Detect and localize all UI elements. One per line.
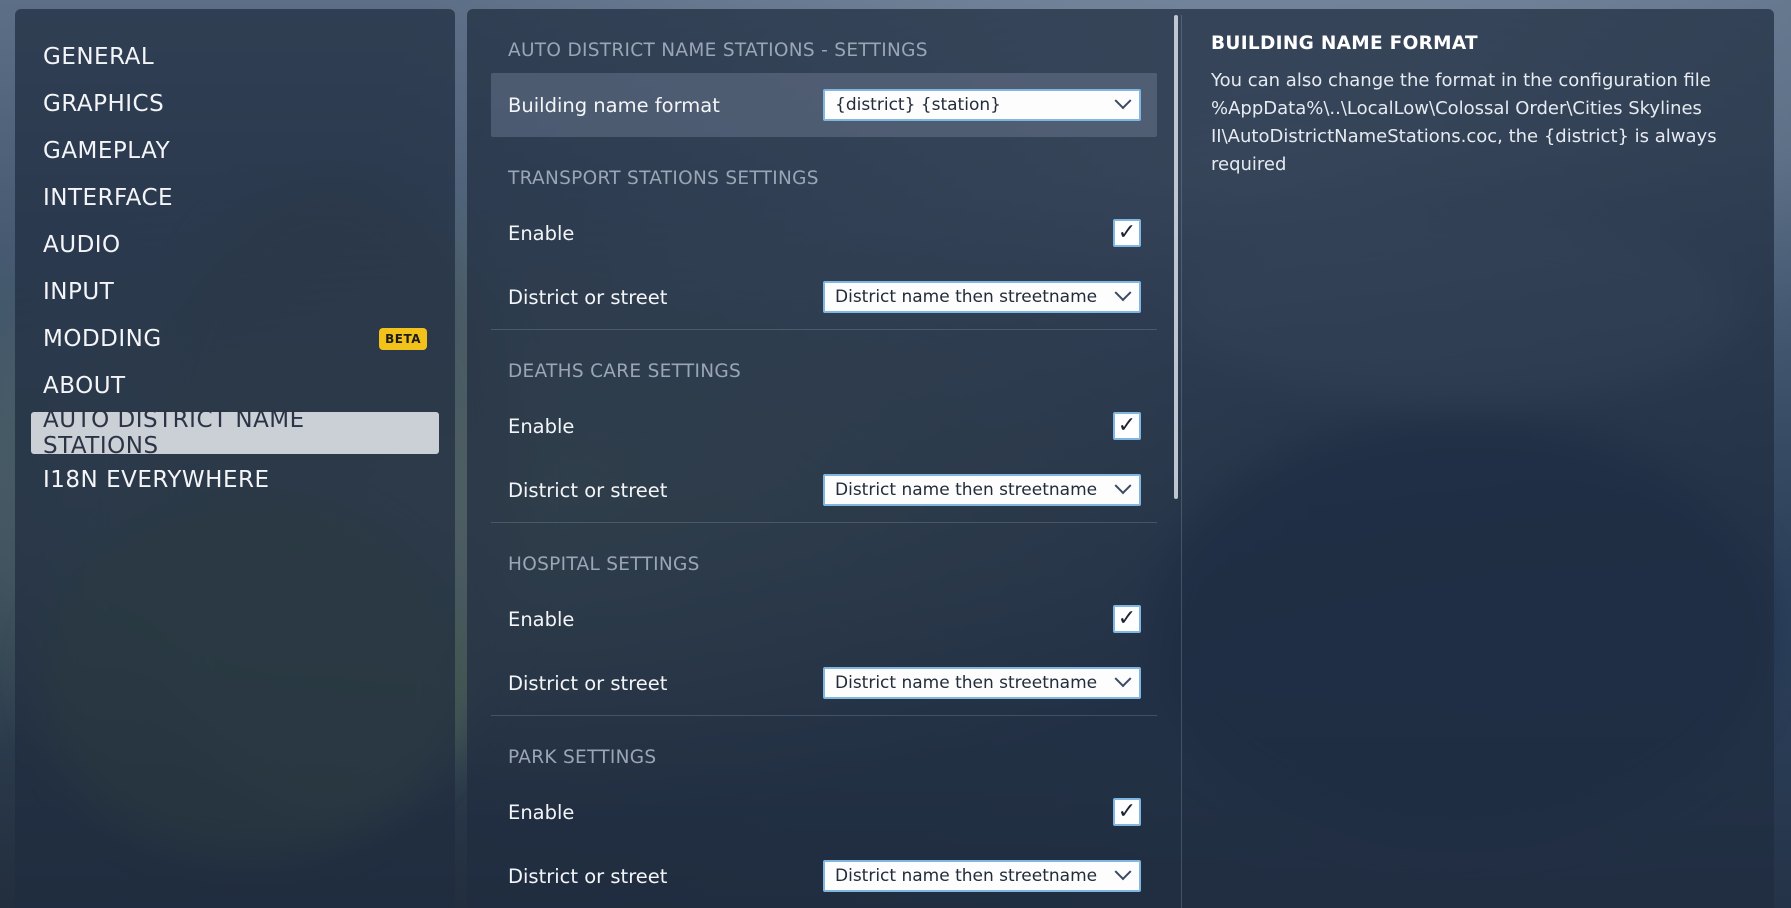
transport-enable-checkbox[interactable]: ✓ — [1113, 219, 1141, 247]
transport-mode-dropdown[interactable]: District name then streetname — [823, 281, 1141, 313]
nav-item-label: AUTO DISTRICT NAME STATIONS — [43, 407, 305, 459]
checkmark-icon: ✓ — [1117, 220, 1137, 245]
section-title-transport: TRANSPORT STATIONS SETTINGS — [508, 168, 819, 189]
dropdown-value: District name then streetname — [835, 480, 1098, 500]
nav-item-interface[interactable]: INTERFACE — [31, 177, 439, 219]
park-enable-row: Enable ✓ — [491, 780, 1157, 844]
nav-item-label: I18N EVERYWHERE — [43, 467, 270, 493]
chevron-down-icon — [1114, 670, 1132, 688]
nav-item-i18n-everywhere[interactable]: I18N EVERYWHERE — [31, 459, 439, 501]
nav-item-label: ABOUT — [43, 373, 126, 399]
nav-item-graphics[interactable]: GRAPHICS — [31, 83, 439, 125]
deaths-care-enable-row: Enable ✓ — [491, 394, 1157, 458]
nav-item-label: MODDING — [43, 326, 162, 352]
nav-item-input[interactable]: INPUT — [31, 271, 439, 313]
nav-item-label: GENERAL — [43, 44, 155, 70]
transport-enable-row: Enable ✓ — [491, 201, 1157, 265]
deaths-care-enable-checkbox[interactable]: ✓ — [1113, 412, 1141, 440]
chevron-down-icon — [1114, 92, 1132, 110]
nav-item-gameplay[interactable]: GAMEPLAY — [31, 130, 439, 172]
setting-label: Enable — [508, 800, 575, 824]
nav-item-auto-district-name-stations[interactable]: AUTO DISTRICT NAME STATIONS — [31, 407, 439, 459]
hospital-enable-row: Enable ✓ — [491, 587, 1157, 651]
settings-list: AUTO DISTRICT NAME STATIONS - SETTINGS B… — [491, 9, 1157, 908]
checkmark-icon: ✓ — [1117, 606, 1137, 631]
nav-item-label: GRAPHICS — [43, 91, 165, 117]
deaths-care-mode-row: District or street District name then st… — [491, 458, 1157, 522]
dropdown-value: District name then streetname — [835, 866, 1098, 886]
section-title-park: PARK SETTINGS — [508, 747, 657, 768]
options-sidebar: GENERAL GRAPHICS GAMEPLAY INTERFACE AUDI… — [15, 9, 455, 908]
info-panel: BUILDING NAME FORMAT You can also change… — [1211, 33, 1731, 179]
hospital-mode-dropdown[interactable]: District name then streetname — [823, 667, 1141, 699]
settings-main-title: AUTO DISTRICT NAME STATIONS - SETTINGS — [508, 40, 928, 61]
options-main-panel: AUTO DISTRICT NAME STATIONS - SETTINGS B… — [467, 9, 1774, 908]
checkmark-icon: ✓ — [1117, 413, 1137, 438]
beta-badge: BETA — [379, 328, 427, 350]
setting-label: Enable — [508, 221, 575, 245]
hospital-mode-row: District or street District name then st… — [491, 651, 1157, 715]
nav-item-audio[interactable]: AUDIO — [31, 224, 439, 266]
setting-label: Enable — [508, 414, 575, 438]
chevron-down-icon — [1114, 284, 1132, 302]
checkmark-icon: ✓ — [1117, 799, 1137, 824]
chevron-down-icon — [1114, 863, 1132, 881]
setting-label: District or street — [508, 285, 668, 309]
deaths-care-mode-dropdown[interactable]: District name then streetname — [823, 474, 1141, 506]
scrollbar-thumb[interactable] — [1174, 15, 1178, 499]
transport-mode-row: District or street District name then st… — [491, 265, 1157, 329]
setting-label: District or street — [508, 864, 668, 888]
building-name-format-row: Building name format {district} {station… — [491, 73, 1157, 137]
hospital-enable-checkbox[interactable]: ✓ — [1113, 605, 1141, 633]
section-title-hospital: HOSPITAL SETTINGS — [508, 554, 700, 575]
park-mode-dropdown[interactable]: District name then streetname — [823, 860, 1141, 892]
setting-label: Building name format — [508, 93, 720, 117]
nav-item-general[interactable]: GENERAL — [31, 36, 439, 78]
dropdown-value: District name then streetname — [835, 673, 1098, 693]
info-text: You can also change the format in the co… — [1211, 70, 1717, 175]
nav-item-modding[interactable]: MODDING BETA — [31, 318, 439, 360]
scrollbar-track[interactable] — [1181, 15, 1182, 908]
dropdown-value: District name then streetname — [835, 287, 1098, 307]
info-title: BUILDING NAME FORMAT — [1211, 33, 1478, 54]
dropdown-value: {district} {station} — [835, 95, 1001, 115]
nav-item-about[interactable]: ABOUT — [31, 365, 439, 407]
setting-label: District or street — [508, 478, 668, 502]
nav-item-label: INPUT — [43, 279, 115, 305]
chevron-down-icon — [1114, 477, 1132, 495]
setting-label: Enable — [508, 607, 575, 631]
nav-item-label: INTERFACE — [43, 185, 174, 211]
nav-item-label: AUDIO — [43, 232, 121, 258]
park-mode-row: District or street District name then st… — [491, 844, 1157, 908]
park-enable-checkbox[interactable]: ✓ — [1113, 798, 1141, 826]
section-title-deaths-care: DEATHS CARE SETTINGS — [508, 361, 742, 382]
setting-label: District or street — [508, 671, 668, 695]
nav-item-label: GAMEPLAY — [43, 138, 171, 164]
options-nav-list: GENERAL GRAPHICS GAMEPLAY INTERFACE AUDI… — [15, 9, 455, 501]
building-name-format-dropdown[interactable]: {district} {station} — [823, 89, 1141, 121]
